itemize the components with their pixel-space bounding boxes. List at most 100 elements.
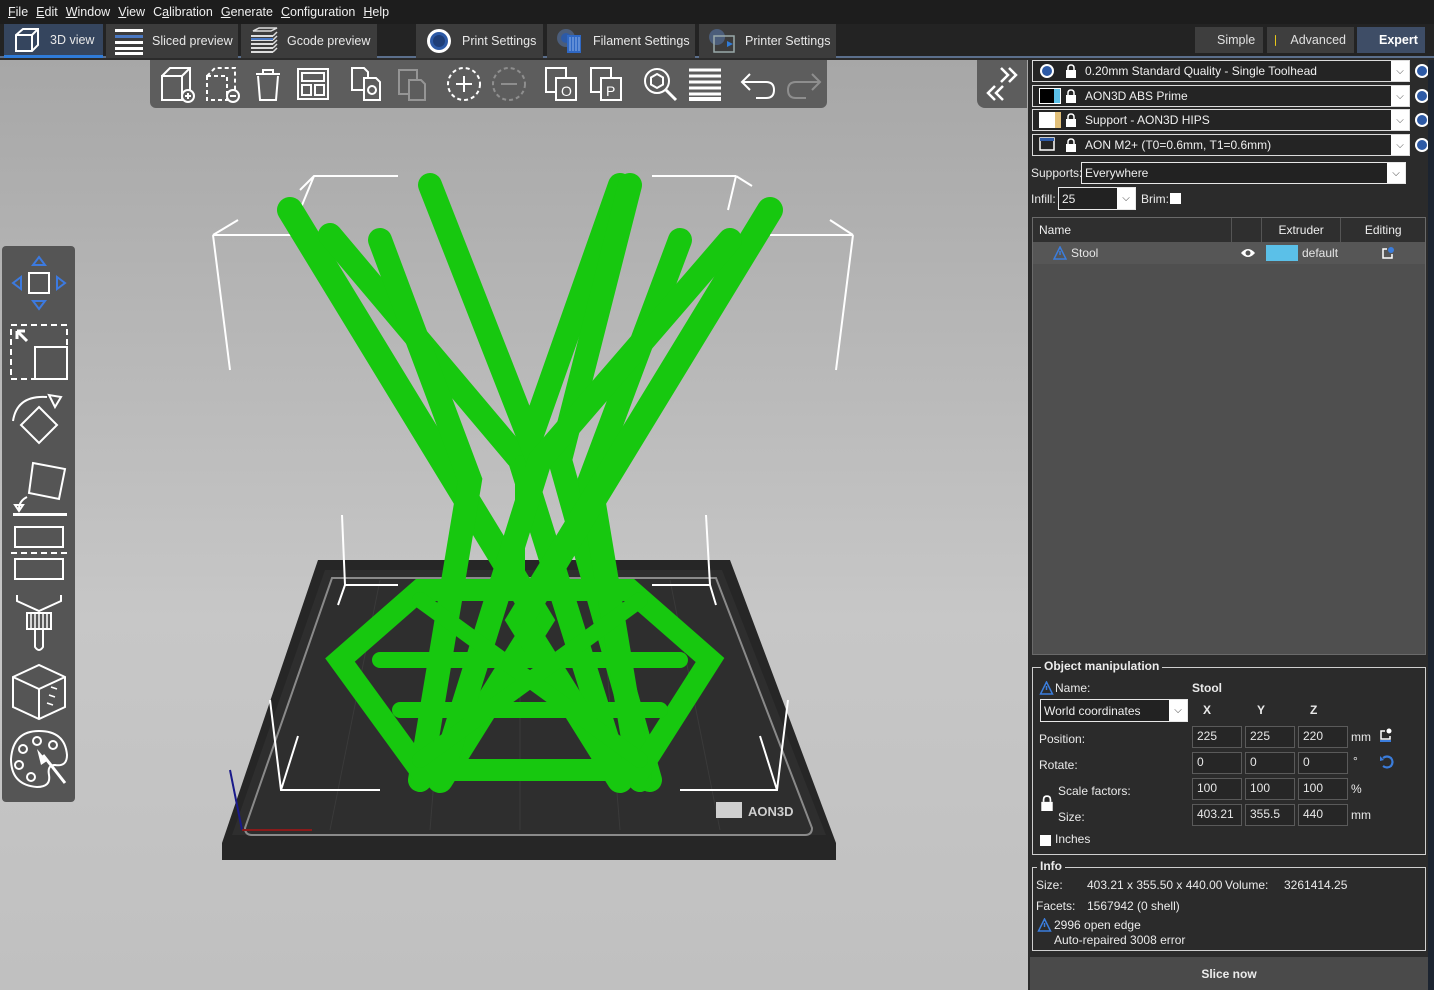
arrange-button[interactable] [291,62,334,106]
column-name[interactable]: Name [1033,218,1232,242]
object-list: Name Extruder Editing Stool default [1032,217,1426,655]
delete-object-button[interactable] [201,62,244,106]
filament1-preset-value: AON3D ABS Prime [1085,89,1188,103]
size-y-input[interactable]: 355.5 [1245,804,1295,826]
scale-label: Scale factors: [1058,784,1131,798]
cut-tool-button[interactable] [6,522,72,588]
info-title: Info [1037,859,1065,873]
menu-generate[interactable]: Generate [221,5,273,19]
menu-help[interactable]: Help [363,5,389,19]
menu-configuration[interactable]: Configuration [281,5,355,19]
seam-paint-tool-button[interactable] [6,658,72,724]
chevron-down-icon[interactable]: ⌵ [1391,135,1409,155]
supports-select[interactable]: Everywhere ⌵ [1081,162,1406,184]
rotate-x-input[interactable]: 0 [1192,752,1242,774]
add-instance-icon [447,67,481,101]
3d-viewport[interactable]: AON3D O P [0,60,1028,990]
split-objects-button[interactable]: O [541,62,584,106]
move-tool-button[interactable] [6,250,72,316]
size-z-input[interactable]: 440 [1298,804,1348,826]
eye-icon[interactable] [1240,247,1256,259]
add-object-button[interactable] [156,62,199,106]
print-preset-value: 0.20mm Standard Quality - Single Toolhea… [1085,64,1317,78]
position-label: Position: [1039,732,1086,746]
brim-checkbox[interactable] [1170,193,1181,204]
menu-view[interactable]: View [118,5,145,19]
chevron-down-icon[interactable]: ⌵ [1169,700,1187,721]
filament-spool-icon [555,26,585,56]
search-button[interactable] [639,62,682,106]
remove-instance-button[interactable] [488,62,531,106]
undo-button[interactable] [737,62,780,106]
scale-icon [10,324,68,380]
layers-editing-button[interactable] [684,62,727,106]
delete-all-button[interactable] [246,62,289,106]
split-parts-button[interactable]: P [586,62,629,106]
object-manipulation-title: Object manipulation [1041,659,1163,673]
column-visibility [1232,218,1262,242]
chevron-down-icon[interactable]: ⌵ [1391,61,1409,81]
print-preset-combo[interactable]: 0.20mm Standard Quality - Single Toolhea… [1032,60,1410,82]
position-y-input[interactable]: 225 [1245,726,1295,748]
paste-button[interactable] [389,62,432,106]
menu-edit[interactable]: Edit [36,5,58,19]
mode-expert-button[interactable]: Expert [1357,27,1425,53]
rotate-z-input[interactable]: 0 [1298,752,1348,774]
cube-icon [12,25,42,55]
mmu-paint-tool-button[interactable] [6,726,72,792]
filament2-preset-combo[interactable]: Support - AON3D HIPS ⌵ [1032,109,1410,131]
tab-printer-settings[interactable]: Printer Settings [699,24,836,58]
tab-filament-settings[interactable]: Filament Settings [547,24,695,58]
gear-icon [424,26,454,56]
collapse-sidebar-button[interactable] [977,60,1027,108]
tab-3d-view[interactable]: 3D view [4,24,103,58]
size-x-input[interactable]: 403.21 [1192,804,1242,826]
chevron-down-icon[interactable]: ⌵ [1391,86,1409,106]
scale-z-input[interactable]: 100 [1298,778,1348,800]
printer-preset-combo[interactable]: AON M2+ (T0=0.6mm, T1=0.6mm) ⌵ [1032,134,1410,156]
object-row[interactable]: Stool default [1033,242,1425,264]
extruder-value[interactable]: default [1302,246,1338,260]
column-editing[interactable]: Editing [1341,218,1425,242]
reset-rotation-icon[interactable] [1379,754,1395,770]
scene: AON3D [212,173,854,860]
scale-x-input[interactable]: 100 [1192,778,1242,800]
chevron-down-icon[interactable]: ⌵ [1387,163,1405,183]
gear-icon [1039,63,1061,79]
mode-simple-button[interactable]: Simple [1195,27,1263,53]
slice-now-button[interactable]: Slice now [1030,957,1428,990]
add-instance-button[interactable] [442,62,485,106]
inches-checkbox[interactable] [1040,835,1051,846]
mode-advanced-button[interactable]: Advanced [1267,27,1354,53]
tab-sliced-preview[interactable]: Sliced preview [106,24,238,58]
lock-icon [1065,89,1079,103]
copy-button[interactable] [344,62,387,106]
tab-gcode-preview[interactable]: Gcode preview [241,24,377,58]
printer-icon [707,26,737,56]
chevron-down-icon[interactable]: ⌵ [1117,188,1135,209]
move-icon [11,255,67,311]
filament1-preset-combo[interactable]: AON3D ABS Prime ⌵ [1032,85,1410,107]
menu-calibration[interactable]: Calibration [153,5,213,19]
tab-print-settings[interactable]: Print Settings [416,24,543,58]
lock-icon[interactable] [1040,795,1054,811]
scale-y-input[interactable]: 100 [1245,778,1295,800]
arrange-icon [296,68,329,100]
scale-tool-button[interactable] [6,318,72,384]
edit-settings-icon[interactable] [1381,246,1395,260]
support-paint-tool-button[interactable] [6,590,72,656]
rotate-y-input[interactable]: 0 [1245,752,1295,774]
drop-to-bed-icon[interactable] [1379,728,1393,742]
position-z-input[interactable]: 220 [1298,726,1348,748]
place-on-face-tool-button[interactable] [6,454,72,520]
position-x-input[interactable]: 225 [1192,726,1242,748]
rotate-tool-button[interactable] [6,386,72,452]
svg-text:O: O [561,83,572,99]
column-extruder[interactable]: Extruder [1262,218,1342,242]
menu-window[interactable]: Window [66,5,110,19]
chevron-down-icon[interactable]: ⌵ [1391,110,1409,130]
redo-button[interactable] [782,62,825,106]
menu-file[interactable]: File [8,5,28,19]
coordinates-select[interactable]: World coordinates ⌵ [1040,699,1188,722]
infill-combo[interactable]: 25 ⌵ [1058,187,1136,210]
